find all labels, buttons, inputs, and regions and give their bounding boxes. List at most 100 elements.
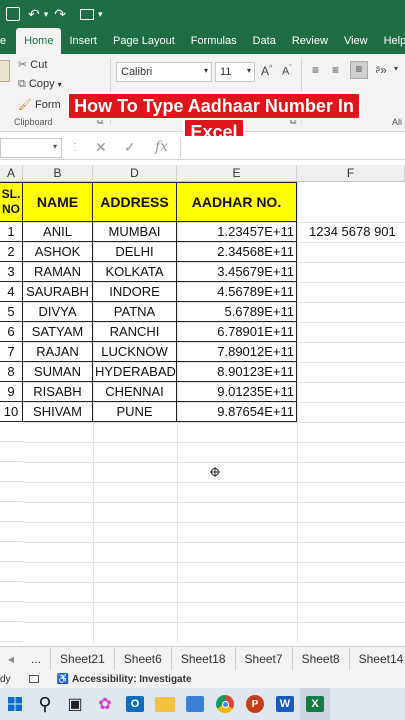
file-explorer-icon[interactable]: [150, 688, 180, 720]
cell-address[interactable]: INDORE: [93, 282, 177, 302]
cell-address[interactable]: RANCHI: [93, 322, 177, 342]
cell-sl-no[interactable]: 2: [0, 242, 23, 262]
cell-sl-no[interactable]: 1: [0, 222, 23, 242]
cell-sl-no[interactable]: 8: [0, 362, 23, 382]
cell-name[interactable]: SAURABH: [23, 282, 93, 302]
cell-name[interactable]: RISABH: [23, 382, 93, 402]
font-size-dropdown[interactable]: 11 ▾: [215, 62, 255, 82]
column-header-a[interactable]: A: [0, 165, 23, 182]
tab-home[interactable]: Home: [16, 28, 62, 54]
f-cell-value[interactable]: 1234 5678 901: [309, 222, 405, 242]
row-header[interactable]: [0, 442, 23, 462]
orientation-icon[interactable]: ᶳ»: [376, 63, 387, 77]
cell-address[interactable]: HYDERABAD: [93, 362, 177, 382]
more-dropdown-icon[interactable]: ▾: [98, 9, 103, 20]
cell-name[interactable]: SHIVAM: [23, 402, 93, 422]
align-bottom-icon[interactable]: ≡: [350, 61, 368, 79]
font-name-dropdown[interactable]: Calibri ▾: [116, 62, 212, 82]
header-aadhar[interactable]: AADHAR NO.: [177, 182, 297, 222]
format-painter-button[interactable]: 🖌 Form: [18, 98, 61, 111]
copilot-icon[interactable]: ✿: [90, 688, 120, 720]
header-name[interactable]: NAME: [23, 182, 93, 222]
cell-name[interactable]: DIVYA: [23, 302, 93, 322]
cell-aadhar[interactable]: 5.6789E+11: [177, 302, 297, 322]
cell-aadhar[interactable]: 6.78901E+11: [177, 322, 297, 342]
task-view-icon[interactable]: ▣: [60, 688, 90, 720]
cell-address[interactable]: PATNA: [93, 302, 177, 322]
name-box[interactable]: ▾: [0, 138, 62, 158]
cell-aadhar[interactable]: 3.45679E+11: [177, 262, 297, 282]
cell-name[interactable]: SATYAM: [23, 322, 93, 342]
cell-aadhar[interactable]: 8.90123E+11: [177, 362, 297, 382]
cell-sl-no[interactable]: 3: [0, 262, 23, 282]
windows-start-icon[interactable]: [0, 688, 30, 720]
cut-button[interactable]: ✂ Cut: [18, 58, 47, 71]
accessibility-status[interactable]: Accessibility: Investigate: [72, 674, 192, 685]
row-header[interactable]: [0, 542, 23, 562]
row-header[interactable]: [0, 582, 23, 602]
undo-dropdown-icon[interactable]: ▾: [44, 9, 49, 20]
tab-data[interactable]: Data: [245, 28, 284, 54]
cell-sl-no[interactable]: 5: [0, 302, 23, 322]
cell-address[interactable]: CHENNAI: [93, 382, 177, 402]
undo-icon[interactable]: ↶: [28, 6, 40, 23]
word-icon[interactable]: W: [270, 688, 300, 720]
sheet-tab-sheet7[interactable]: Sheet7: [236, 646, 293, 671]
save-icon[interactable]: [6, 7, 20, 21]
sheet-tab-sheet6[interactable]: Sheet6: [115, 646, 172, 671]
cell-address[interactable]: KOLKATA: [93, 262, 177, 282]
sheet-tab-sheet18[interactable]: Sheet18: [172, 646, 236, 671]
cell-sl-no[interactable]: 10: [0, 402, 23, 422]
tab-insert[interactable]: Insert: [61, 28, 105, 54]
sheet-tab-sheet21[interactable]: Sheet21: [51, 646, 115, 671]
cell-sl-no[interactable]: 9: [0, 382, 23, 402]
cell-aadhar[interactable]: 7.89012E+11: [177, 342, 297, 362]
row-header[interactable]: [0, 422, 23, 442]
microsoft-store-icon[interactable]: [180, 688, 210, 720]
tab-view[interactable]: View: [336, 28, 376, 54]
cell-address[interactable]: DELHI: [93, 242, 177, 262]
cell-address[interactable]: LUCKNOW: [93, 342, 177, 362]
cell-sl-no[interactable]: 7: [0, 342, 23, 362]
tab-page-layout[interactable]: Page Layout: [105, 28, 183, 54]
row-header[interactable]: [0, 502, 23, 522]
chrome-icon[interactable]: [210, 688, 240, 720]
cancel-icon[interactable]: ✕: [95, 139, 107, 156]
cell-aadhar[interactable]: 2.34568E+11: [177, 242, 297, 262]
accessibility-icon[interactable]: ♿: [57, 674, 69, 685]
header-sl-no[interactable]: SL. NO: [0, 182, 23, 222]
cell-address[interactable]: MUMBAI: [93, 222, 177, 242]
column-header-b[interactable]: B: [23, 165, 93, 182]
column-header-d[interactable]: D: [93, 165, 177, 182]
row-header[interactable]: [0, 562, 23, 582]
increase-font-size-icon[interactable]: A^: [261, 64, 272, 78]
sheet-tab-more[interactable]: ...: [22, 646, 52, 671]
tab-review[interactable]: Review: [284, 28, 336, 54]
row-header[interactable]: [0, 602, 23, 622]
tab-help[interactable]: Help: [376, 28, 405, 54]
cell-name[interactable]: ANIL: [23, 222, 93, 242]
cell-name[interactable]: SUMAN: [23, 362, 93, 382]
column-header-f[interactable]: F: [297, 165, 405, 182]
copy-button[interactable]: ⧉ Copy ▾: [18, 78, 62, 91]
cell-name[interactable]: RAMAN: [23, 262, 93, 282]
cell-address[interactable]: PUNE: [93, 402, 177, 422]
row-header[interactable]: [0, 522, 23, 542]
cell-name[interactable]: ASHOK: [23, 242, 93, 262]
row-header[interactable]: [0, 462, 23, 482]
header-address[interactable]: ADDRESS: [93, 182, 177, 222]
orientation-dropdown-icon[interactable]: ▾: [394, 64, 398, 73]
tab-formulas[interactable]: Formulas: [183, 28, 245, 54]
sheet-tab-sheet8[interactable]: Sheet8: [293, 646, 350, 671]
row-header[interactable]: [0, 622, 23, 642]
cell-aadhar[interactable]: 1.23457E+11: [177, 222, 297, 242]
paste-icon[interactable]: [0, 60, 10, 82]
cell-name[interactable]: RAJAN: [23, 342, 93, 362]
row-header[interactable]: [0, 482, 23, 502]
cell-aadhar[interactable]: 4.56789E+11: [177, 282, 297, 302]
excel-taskbar-icon[interactable]: X: [300, 688, 330, 720]
enter-icon[interactable]: ✓: [124, 139, 136, 156]
formula-input[interactable]: [180, 138, 405, 158]
cell-aadhar[interactable]: 9.01235E+11: [177, 382, 297, 402]
tab-file[interactable]: e: [0, 28, 16, 54]
